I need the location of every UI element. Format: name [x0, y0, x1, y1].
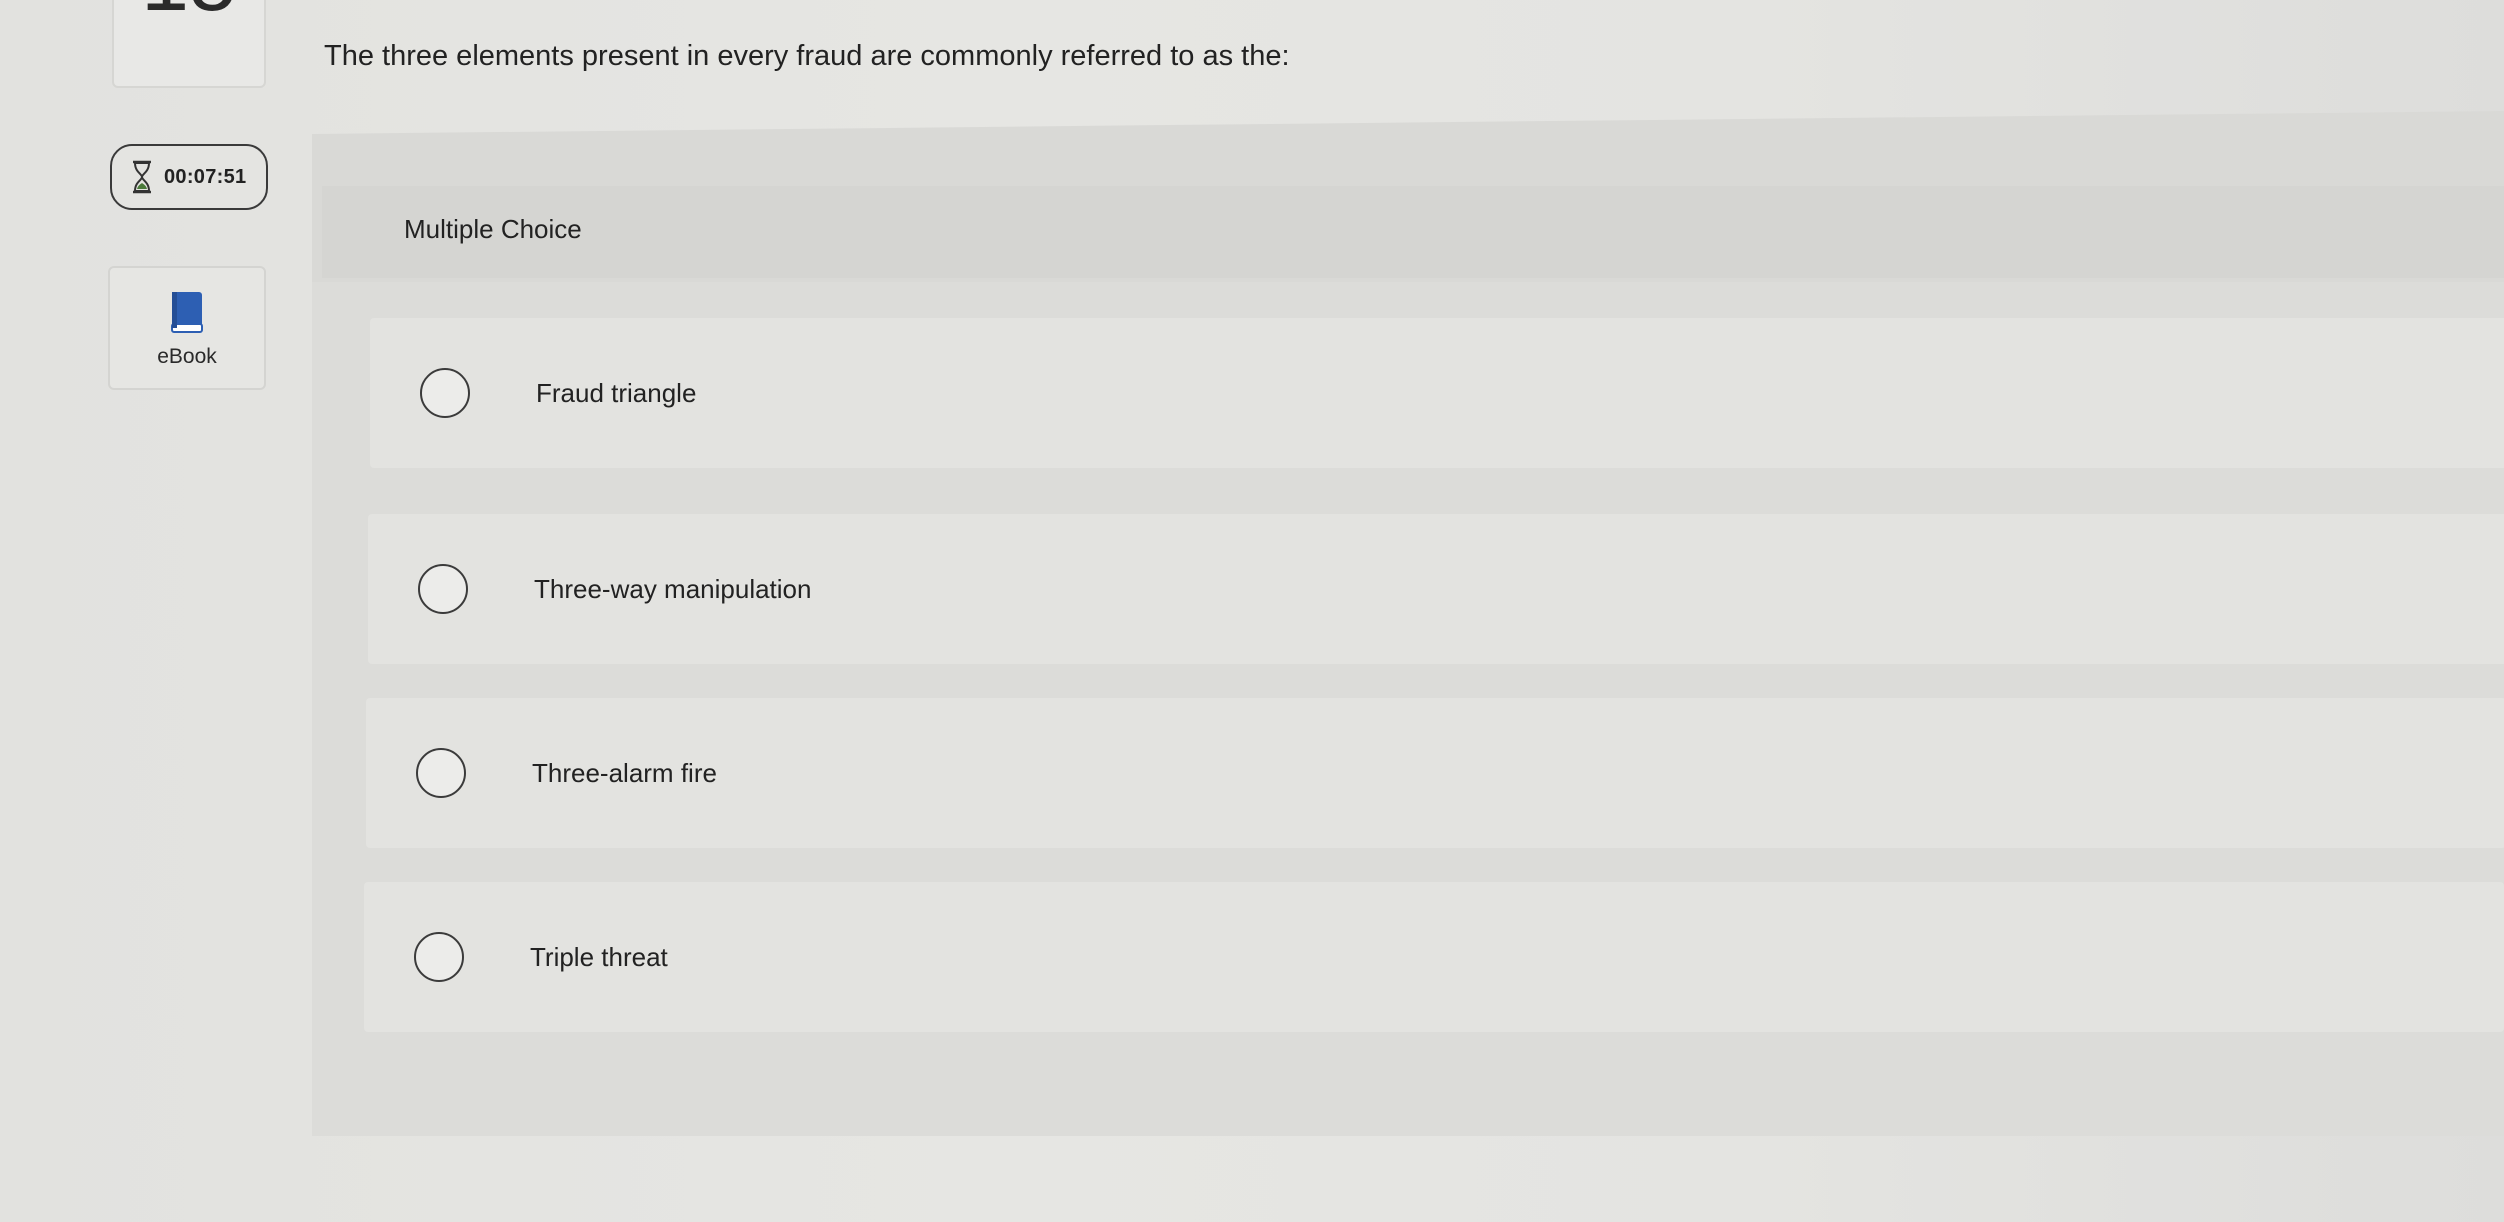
radio-button[interactable] [416, 748, 466, 798]
ebook-button[interactable]: eBook [108, 266, 266, 390]
answer-option[interactable]: Three-way manipulation [368, 514, 2504, 664]
answer-option-label: Triple threat [530, 941, 668, 972]
quiz-page: 15 00:07:51 eBook The three elements pre… [0, 0, 2504, 1222]
radio-button[interactable] [418, 564, 468, 614]
question-type-label: Multiple Choice [404, 214, 582, 244]
answer-option-label: Fraud triangle [536, 377, 697, 408]
timer-value: 00:07:51 [164, 165, 247, 188]
radio-button[interactable] [414, 932, 464, 982]
question-text: The three elements present in every frau… [324, 40, 1290, 72]
answer-option[interactable]: Fraud triangle [370, 318, 2504, 468]
question-number: 15 [114, 0, 264, 24]
timer[interactable]: 00:07:51 [110, 144, 268, 210]
book-icon [171, 292, 203, 333]
answer-panel-header [322, 186, 2504, 278]
question-number-card: 15 [112, 0, 266, 88]
ebook-label: eBook [157, 345, 217, 368]
hourglass-icon [133, 160, 151, 194]
answer-option-label: Three-alarm fire [532, 757, 717, 788]
answer-option[interactable]: Three-alarm fire [366, 698, 2504, 848]
answer-option[interactable]: Triple threat [364, 882, 2504, 1032]
radio-button[interactable] [420, 368, 470, 418]
answer-option-label: Three-way manipulation [534, 573, 812, 604]
